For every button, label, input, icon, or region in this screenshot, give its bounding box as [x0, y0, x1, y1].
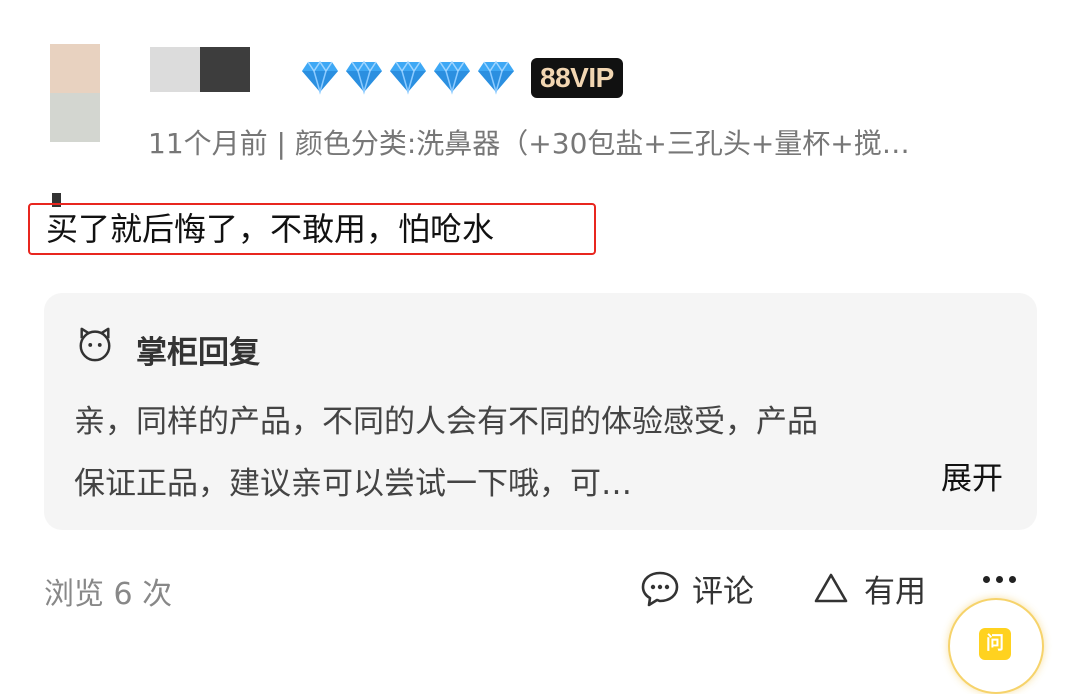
diamond-icon [302, 60, 338, 95]
avatar-blur-top [50, 44, 100, 93]
comment-label: 评论 [692, 574, 754, 610]
diamond-icon [346, 60, 382, 95]
more-dot [983, 576, 990, 583]
chat-bubble-icon [641, 571, 679, 606]
useful-label: 有用 [864, 574, 926, 610]
more-dot [996, 576, 1003, 583]
smiley-face-icon [79, 327, 111, 362]
nickname-blur-right [200, 47, 250, 92]
reviewer-avatar[interactable] [50, 44, 100, 142]
view-count: 浏览 6 次 [44, 577, 173, 612]
diamond-icon [478, 60, 514, 95]
reviewer-level-diamonds [300, 56, 516, 96]
floating-ask-button[interactable]: 问 [948, 598, 1044, 694]
seller-reply-box: 掌柜回复 亲，同样的产品，不同的人会有不同的体验感受，产品 保证正品，建议亲可以… [44, 293, 1037, 530]
expand-reply-button[interactable]: 展开 [941, 453, 1003, 498]
diamond-icon [434, 60, 470, 95]
vip-badge: 88VIP [531, 58, 623, 98]
review-content: 买了就后悔了，不敢用，怕呛水 [28, 203, 596, 255]
more-options-button[interactable] [983, 576, 1016, 583]
useful-button[interactable]: 有用 [812, 566, 926, 611]
seller-reply-text: 亲，同样的产品，不同的人会有不同的体验感受，产品 保证正品，建议亲可以尝试一下哦… [74, 391, 974, 515]
nickname-blur-left [150, 47, 200, 92]
triangle-thumb-icon [814, 573, 848, 602]
diamond-icon [390, 60, 426, 95]
ask-icon: 问 [979, 628, 1011, 660]
comment-button[interactable]: 评论 [640, 566, 754, 611]
seller-reply-line-2: 保证正品，建议亲可以尝试一下哦，可… [74, 466, 632, 502]
seller-reply-title: 掌柜回复 [136, 335, 260, 371]
review-meta: 11个月前 | 颜色分类:洗鼻器（+30包盐+三孔头+量杯+搅… [148, 127, 910, 160]
reviewer-nickname-blurred [150, 47, 250, 92]
more-dot [1009, 576, 1016, 583]
seller-reply-line-1: 亲，同样的产品，不同的人会有不同的体验感受，产品 [74, 404, 818, 440]
avatar-blur-bottom [50, 93, 100, 142]
